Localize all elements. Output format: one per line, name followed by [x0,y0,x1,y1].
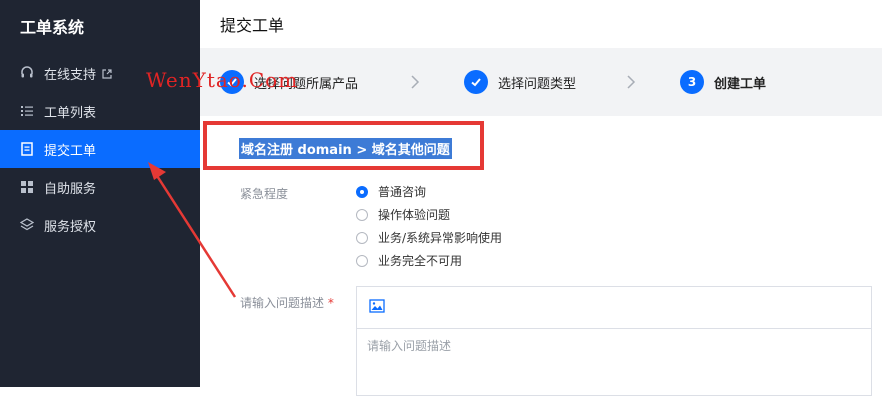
radio-label: 业务/系统异常影响使用 [378,231,503,245]
step-label: 创建工单 [714,76,767,92]
page-title: 提交工单 [220,16,285,35]
headset-icon [20,66,34,80]
step-select-type[interactable]: 选择问题类型 [464,48,576,116]
sidebar-item-label: 自助服务 [44,181,97,197]
watermark: WenYtao.Com [146,68,299,92]
radio-label: 操作体验问题 [378,208,451,222]
urgency-option[interactable]: 操作体验问题 [356,203,502,226]
sidebar-item-submit-ticket[interactable]: 提交工单 [0,130,200,168]
radio-button[interactable] [356,185,368,198]
description-editor[interactable]: 请输入问题描述 [356,286,872,396]
sidebar-item-label: 在线支持 [44,67,97,83]
step-label: 选择问题类型 [498,76,577,92]
step-create-ticket: 3 创建工单 [680,48,766,116]
chevron-right-icon [626,74,636,89]
sidebar-item-self-service[interactable]: 自助服务 [0,168,200,206]
image-icon[interactable] [369,298,385,317]
urgency-option[interactable]: 普通咨询 [356,180,502,203]
description-label-text: 请输入问题描述 [240,296,325,310]
stepper: 选择问题所属产品 选择问题类型 3 创建工单 [200,48,882,116]
check-icon [464,70,488,94]
description-input[interactable]: 请输入问题描述 [357,329,871,362]
chevron-right-icon [410,74,420,89]
urgency-option[interactable]: 业务完全不可用 [356,249,502,272]
sidebar-item-ticket-list[interactable]: 工单列表 [0,92,200,130]
step-number: 3 [680,70,704,94]
radio-button[interactable] [356,208,368,221]
layers-icon [20,218,34,232]
radio-button[interactable] [356,254,368,267]
urgency-radio-group: 普通咨询 操作体验问题 业务/系统异常影响使用 业务完全不可用 [356,180,502,272]
editor-toolbar [357,287,871,329]
sidebar-item-service-authorization[interactable]: 服务授权 [0,206,200,244]
urgency-label: 紧急程度 [240,187,289,201]
sidebar-item-label: 工单列表 [44,105,97,121]
required-mark: * [327,296,334,310]
list-icon [20,104,34,118]
sidebar: 工单系统 在线支持 工单列表 提交工单 自助服务 服务授权 [0,0,200,387]
form-icon [20,142,34,156]
app-title: 工单系统 [20,18,85,37]
sidebar-item-label: 提交工单 [44,143,97,159]
urgency-option[interactable]: 业务/系统异常影响使用 [356,226,502,249]
radio-button[interactable] [356,231,368,244]
sidebar-item-label: 服务授权 [44,219,97,235]
breadcrumb: 域名注册 domain > 域名其他问题 [239,138,452,159]
external-link-icon [102,68,112,79]
radio-label: 普通咨询 [378,185,427,199]
grid-icon [20,180,34,194]
description-label: 请输入问题描述 * [240,294,334,311]
radio-label: 业务完全不可用 [378,254,463,268]
